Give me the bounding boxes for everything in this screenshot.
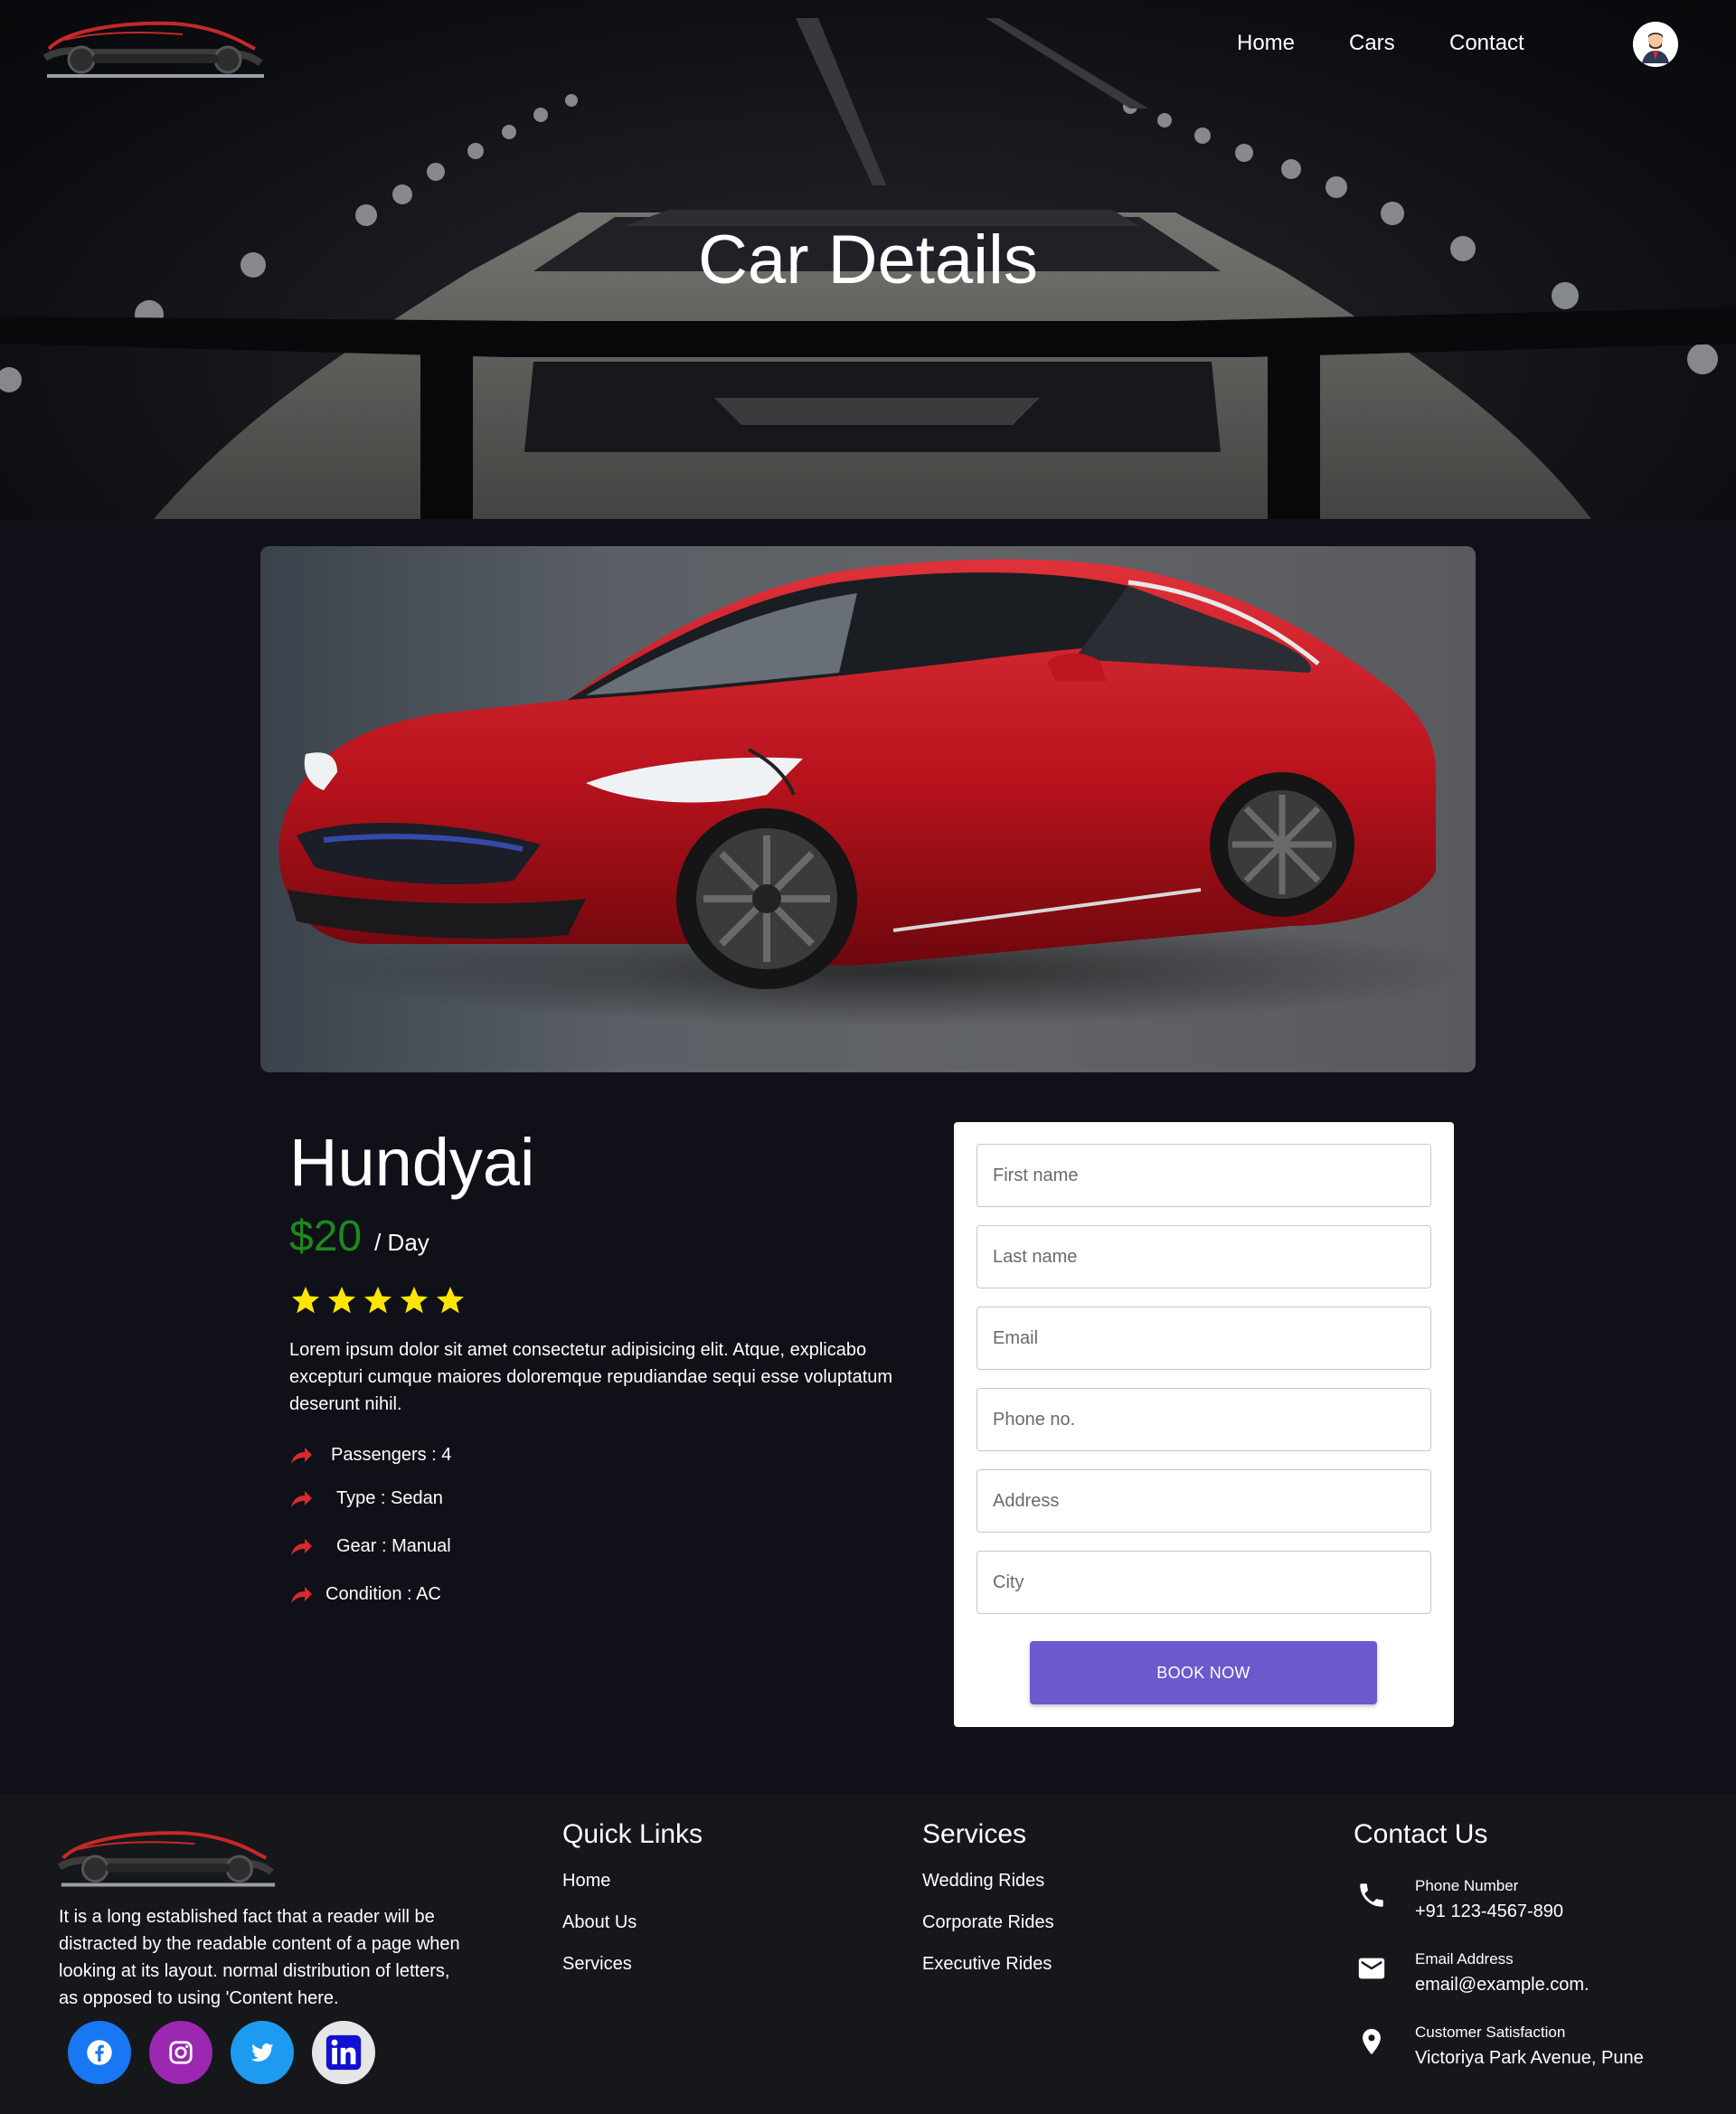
rating-stars [289,1284,467,1317]
twitter-link[interactable] [231,2021,294,2084]
booking-form: BOOK NOW [954,1122,1454,1727]
twitter-icon [250,2043,274,2062]
user-avatar[interactable] [1633,22,1678,67]
car-image [260,546,1476,1072]
car-description: Lorem ipsum dolor sit amet consectetur a… [289,1340,893,1414]
location-label: Customer Satisfaction [1415,2024,1566,2041]
star-icon [364,1287,392,1314]
instagram-link[interactable] [149,2021,212,2084]
feature-item: Gear : Manual [289,1536,451,1557]
feature-item: Condition : AC [289,1584,441,1605]
footer-about-text: It is a long established fact that a rea… [59,1907,460,2008]
service-link-corporate[interactable]: Corporate Rides [922,1912,1054,1933]
quick-links-title: Quick Links [562,1819,703,1849]
email-label: Email Address [1415,1950,1514,1968]
car-name: Hundyai [289,1125,535,1200]
price-row: $20 / Day [289,1212,429,1261]
phone-icon [1360,1883,1383,1907]
footer-link-home[interactable]: Home [562,1871,610,1892]
facebook-link[interactable] [68,2021,131,2084]
linkedin-link[interactable] [312,2021,375,2084]
city-field[interactable] [976,1551,1431,1614]
feature-item: Type : Sedan [289,1488,443,1509]
location-value: Victoriya Park Avenue, Pune [1415,2048,1644,2068]
email-field[interactable] [976,1307,1431,1370]
share-arrow-icon [291,1447,312,1464]
service-link-executive[interactable]: Executive Rides [922,1954,1052,1975]
footer-brand-logo[interactable] [52,1822,278,1891]
feature-condition: Condition : AC [326,1584,441,1604]
location-pin-icon [1363,2028,1381,2055]
last-name-field[interactable] [976,1225,1431,1288]
footer: It is a long established fact that a rea… [0,1795,1736,2114]
nav-cars-link[interactable]: Cars [1349,27,1395,60]
linkedin-icon [326,2034,362,2071]
phone-field[interactable] [976,1388,1431,1451]
email-value: email@example.com. [1415,1975,1590,1995]
nav-contact-link[interactable]: Contact [1449,27,1524,60]
red-sedan-photo [278,559,1472,1025]
facebook-icon [87,2040,112,2065]
email-icon [1358,1958,1385,1979]
services-title: Services [922,1819,1027,1849]
nav-home-link[interactable]: Home [1237,27,1295,60]
footer-link-services[interactable]: Services [562,1954,632,1975]
feature-gear: Gear : Manual [336,1536,451,1556]
address-field[interactable] [976,1469,1431,1533]
hero-banner: Home Cars Contact Car Details [0,0,1736,519]
feature-type: Type : Sedan [336,1488,443,1508]
user-avatar-icon [1633,22,1678,67]
share-arrow-icon [291,1538,312,1555]
feature-passengers: Passengers : 4 [331,1445,452,1465]
brand-logo[interactable] [38,13,268,81]
star-icon [437,1287,464,1314]
share-arrow-icon [291,1586,312,1603]
star-icon [401,1287,428,1314]
star-icon [328,1287,355,1314]
phone-value: +91 123-4567-890 [1415,1902,1564,1921]
first-name-field[interactable] [976,1144,1431,1207]
footer-link-about[interactable]: About Us [562,1912,637,1933]
page-title: Car Details [698,222,1038,298]
phone-label: Phone Number [1415,1877,1519,1894]
book-now-button[interactable]: BOOK NOW [1030,1641,1377,1704]
share-arrow-icon [291,1490,312,1507]
contact-title: Contact Us [1354,1819,1488,1849]
feature-item: Passengers : 4 [289,1445,451,1466]
price-unit: / Day [374,1229,429,1256]
instagram-icon [169,2041,193,2064]
star-icon [292,1287,319,1314]
service-link-wedding[interactable]: Wedding Rides [922,1871,1044,1892]
car-price: $20 [289,1213,363,1260]
